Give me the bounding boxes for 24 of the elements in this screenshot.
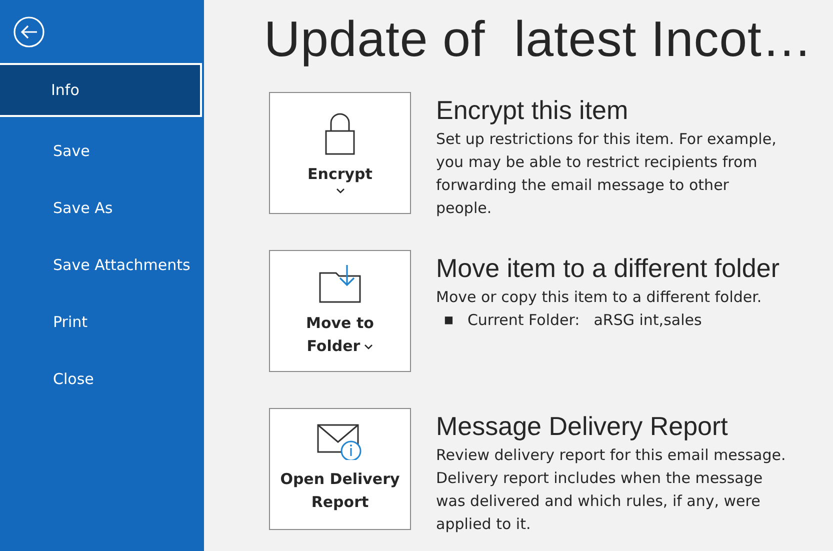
folder-arrow-icon — [319, 264, 361, 304]
mail-info-icon — [317, 424, 363, 460]
caret-icon — [336, 188, 344, 194]
section-heading: Message Delivery Report — [436, 410, 729, 443]
sidebar-item[interactable]: Save As — [0, 179, 204, 236]
sidebar-item[interactable]: Close — [0, 350, 204, 407]
sidebar-item[interactable]: Print — [0, 293, 204, 350]
section-description: Review delivery report for this email message. Delivery report includes when the message was delivered and which rules, if any, were applied to it. — [436, 445, 786, 535]
move-to-folder-button[interactable]: Move to Folder — [269, 250, 411, 372]
page-title: Update of latest Incot… — [264, 10, 814, 68]
folder-label: Current Folder: — [467, 310, 580, 331]
section-description: Set up restrictions for this item. For example, you may be able to restrict recipients from forwarding the email message to other people. — [436, 129, 778, 219]
sidebar-item[interactable]: Info — [0, 63, 202, 117]
sidebar-item[interactable]: Save Attachments — [0, 236, 204, 293]
delivery-report-button[interactable]: Open Delivery Report — [269, 408, 411, 530]
section-description: Move or copy this item to a different folder. — [436, 287, 763, 308]
sidebar-item[interactable]: Save — [0, 122, 204, 179]
folder-value: aRSG int,sales — [594, 310, 702, 331]
section-heading: Move item to a different folder — [436, 252, 780, 285]
bullet-marker: ■ — [444, 314, 454, 328]
encrypt-button[interactable]: Encrypt — [269, 92, 411, 214]
lock-icon — [325, 112, 355, 154]
section-heading: Encrypt this item — [436, 94, 630, 127]
caret-icon — [364, 344, 374, 350]
